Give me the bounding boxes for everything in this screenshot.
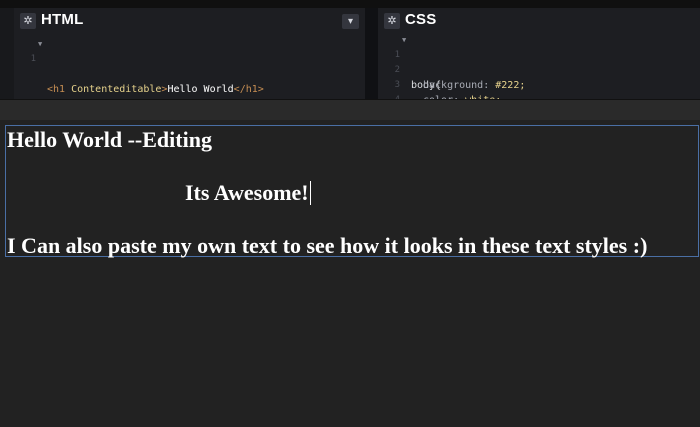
editable-heading[interactable]: Hello World --Editing Its Awesome! I Can… xyxy=(5,125,699,259)
text-cursor xyxy=(309,181,311,205)
code-content: Hello World xyxy=(167,84,234,95)
html-editor-panel: ✲ HTML ▾ 1 ▼ <h1 Contenteditable>Hello W… xyxy=(14,8,365,99)
gear-icon[interactable]: ✲ xyxy=(384,13,400,29)
css-code-area[interactable]: 1 ▼ body{ 2 background: #222; 3 color: w… xyxy=(378,33,700,121)
left-gutter xyxy=(0,8,14,99)
preview-line-2-text[interactable]: Its Awesome! xyxy=(185,180,309,205)
preview-line-1[interactable]: Hello World --Editing xyxy=(7,127,212,153)
code-attribute: Contenteditable xyxy=(71,84,162,95)
html-panel-title: HTML xyxy=(41,11,84,28)
css-panel-header: ✲ CSS xyxy=(378,8,700,32)
css-panel-title: CSS xyxy=(405,11,437,28)
preview-line-2[interactable]: Its Awesome! xyxy=(185,180,311,206)
code-line[interactable]: 3 color: white; xyxy=(378,63,700,106)
code-line[interactable]: 4 } xyxy=(378,78,700,121)
html-panel-header: ✲ HTML ▾ xyxy=(14,8,365,32)
code-end-tag: </h1> xyxy=(233,84,264,95)
code-line[interactable]: 1 ▼ <h1 Contenteditable>Hello World</h1> xyxy=(14,37,365,95)
fold-arrow-icon[interactable]: ▼ xyxy=(38,37,42,52)
code-open-tag: <h1 xyxy=(47,84,66,95)
code-text[interactable]: <h1 Contenteditable>Hello World</h1> xyxy=(47,82,264,97)
gear-icon[interactable]: ✲ xyxy=(20,13,36,29)
preview-line-3[interactable]: I Can also paste my own text to see how … xyxy=(7,233,647,259)
panel-resizer[interactable] xyxy=(365,8,378,99)
chevron-down-icon[interactable]: ▾ xyxy=(342,14,359,29)
css-editor-panel: ✲ CSS 1 ▼ body{ 2 background: #222; 3 co… xyxy=(378,8,700,121)
code-line[interactable]: 1 ▼ body{ xyxy=(378,33,700,91)
editor-preview-divider[interactable] xyxy=(0,99,700,120)
fold-arrow-icon[interactable]: ▼ xyxy=(402,33,406,48)
code-line[interactable]: 2 background: #222; xyxy=(378,48,700,91)
top-bar xyxy=(0,0,700,8)
html-code-area[interactable]: 1 ▼ <h1 Contenteditable>Hello World</h1> xyxy=(14,37,365,95)
line-number: 1 xyxy=(30,54,36,64)
